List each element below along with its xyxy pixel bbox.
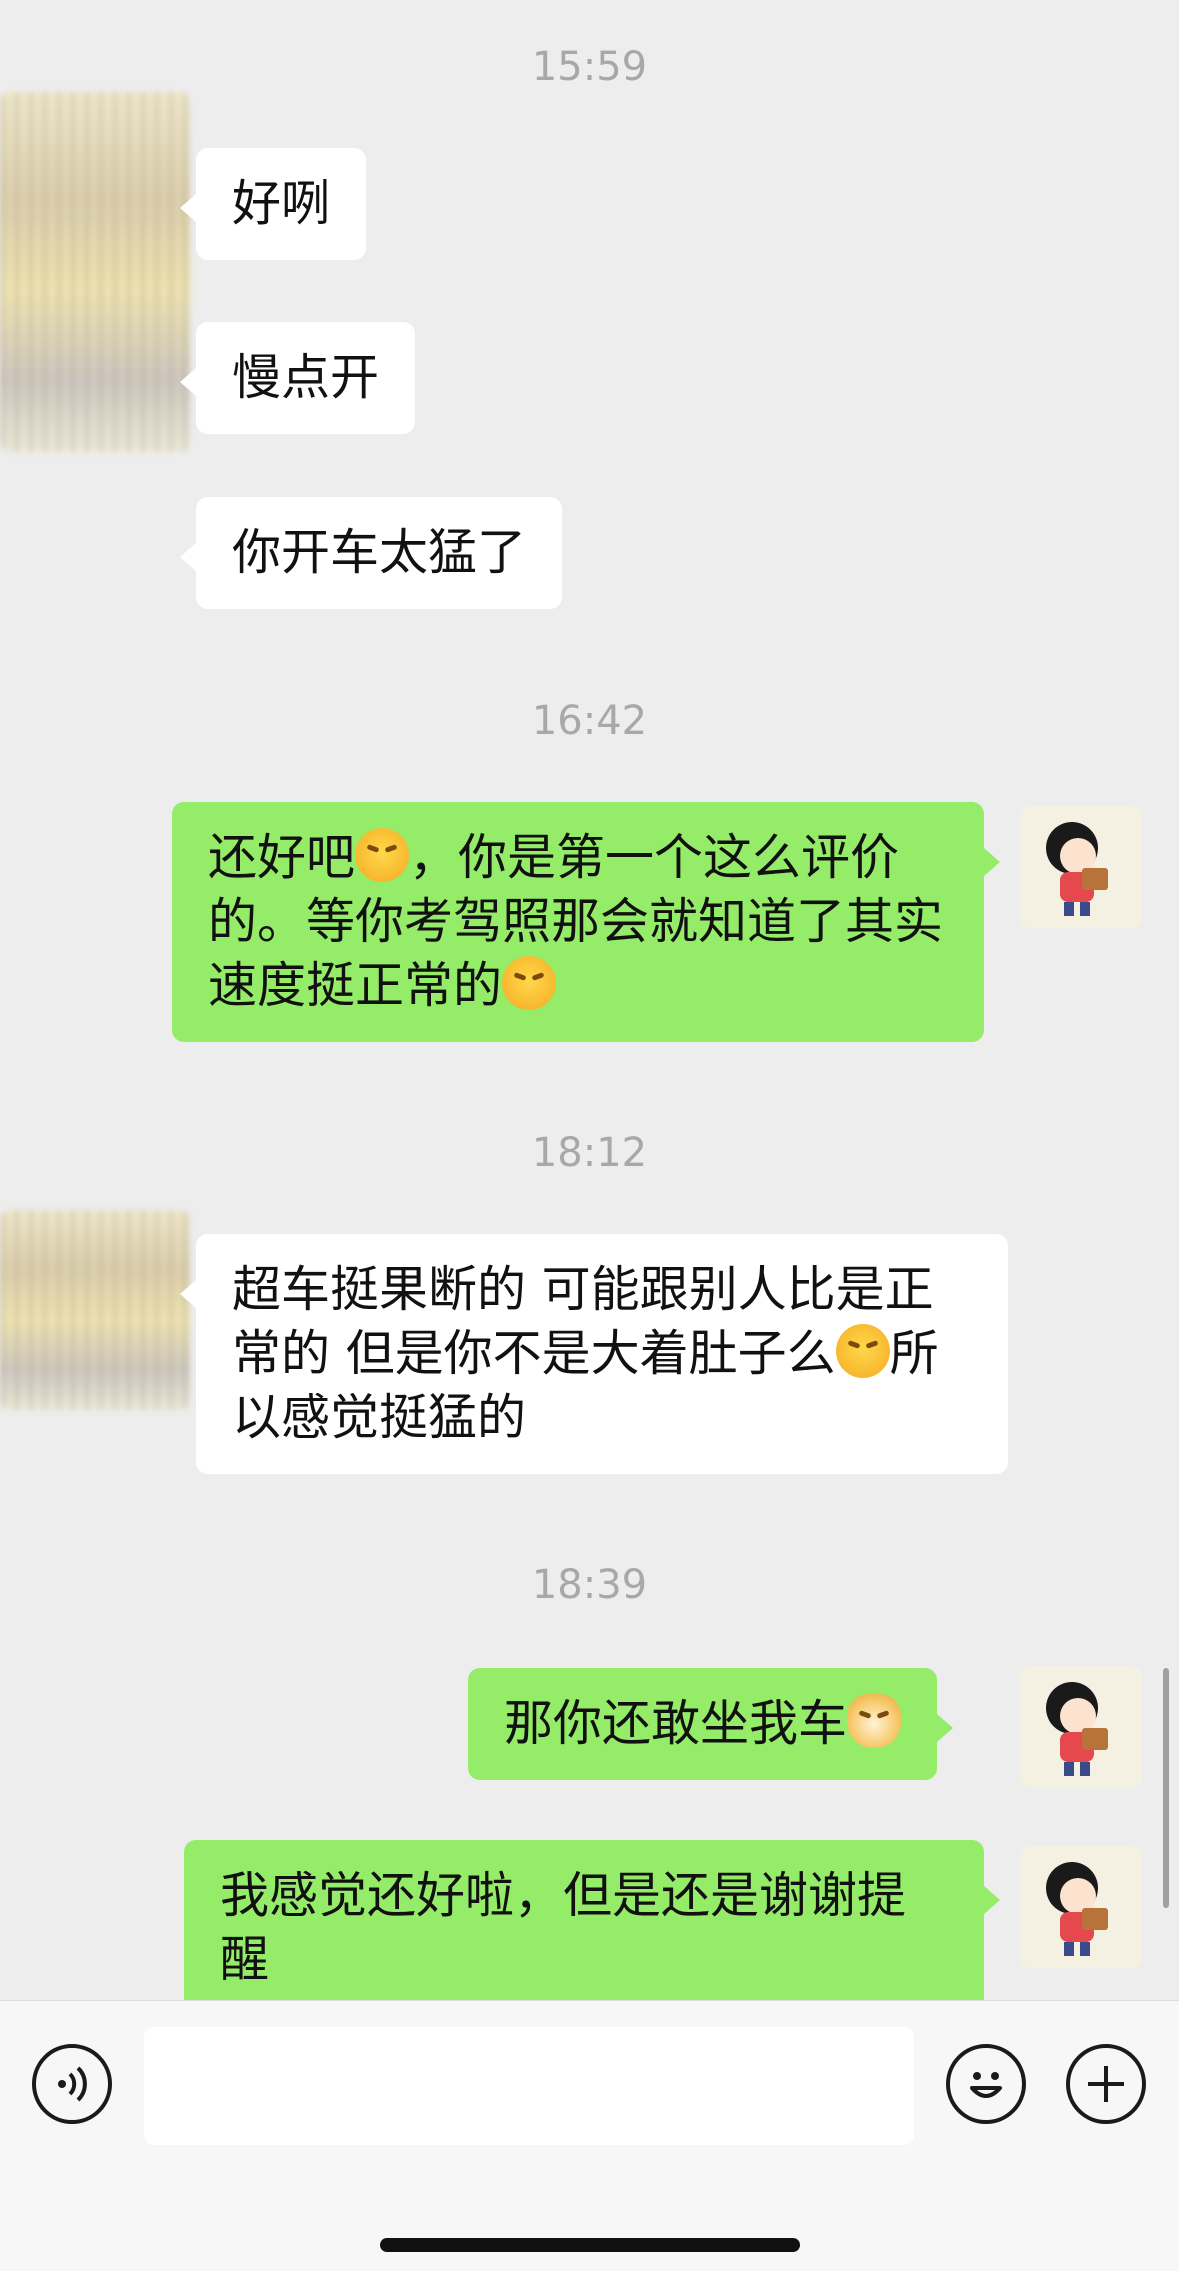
cartoon-girl-icon (1046, 822, 1108, 916)
laughing-crying-emoji (502, 956, 557, 1010)
my-avatar[interactable] (1020, 1666, 1142, 1788)
cartoon-girl-icon (1046, 1682, 1108, 1776)
message-incoming[interactable]: 慢点开 (179, 322, 416, 434)
cartoon-girl-icon (1046, 1862, 1108, 1956)
my-avatar[interactable] (1020, 1846, 1142, 1968)
message-text: 超车挺果断的 可能跟别人比是正常的 但是你不是大着肚子么 (232, 1261, 934, 1382)
emoji-face-icon (970, 2072, 1002, 2098)
voice-icon (58, 2066, 87, 2102)
message-outgoing[interactable]: 还好吧 ，你是第一个这么评价的。等你考驾照那会就知道了其实速度挺正常的 (172, 802, 1000, 1042)
cat-emoji (847, 1694, 902, 1748)
message-text: 还好吧 (208, 829, 356, 886)
input-bar (0, 2000, 1179, 2271)
message-incoming[interactable]: 超车挺果断的 可能跟别人比是正常的 但是你不是大着肚子么 所以感觉挺猛的 (180, 1234, 1008, 1474)
message-text: 你开车太猛了 (232, 524, 527, 581)
message-outgoing[interactable]: 那你还敢坐我车 (468, 1668, 954, 1780)
contact-avatar-blurred[interactable] (0, 92, 190, 452)
laughing-crying-emoji (355, 828, 410, 882)
message-incoming[interactable]: 好咧 (179, 148, 367, 260)
voice-button[interactable] (32, 2044, 112, 2124)
timestamp: 16:42 (531, 698, 648, 744)
my-avatar[interactable] (1020, 806, 1142, 928)
message-outgoing[interactable]: 我感觉还好啦，但是还是谢谢提醒 (184, 1840, 1000, 2000)
message-input[interactable] (144, 2027, 914, 2145)
message-text: 慢点开 (232, 349, 380, 406)
home-indicator[interactable] (380, 2238, 800, 2252)
more-button[interactable] (1066, 2044, 1146, 2124)
message-text: 那你还敢坐我车 (504, 1695, 848, 1752)
message-incoming[interactable]: 你开车太猛了 (179, 497, 563, 609)
laughing-crying-emoji (835, 1324, 890, 1378)
scrollbar[interactable] (1163, 1668, 1169, 1908)
plus-icon (1088, 2066, 1124, 2102)
emoji-button[interactable] (946, 2044, 1026, 2124)
message-text: 好咧 (232, 175, 331, 232)
chat-area: 15:59 好咧 慢点开 你开车太猛了 16:42 还好吧 ，你是第一个这么评价的… (0, 0, 1179, 2000)
timestamp: 15:59 (531, 44, 648, 90)
message-text: 我感觉还好啦，但是还是谢谢提醒 (220, 1867, 907, 1988)
timestamp: 18:12 (531, 1130, 648, 1176)
contact-avatar-blurred[interactable] (0, 1210, 190, 1410)
timestamp: 18:39 (531, 1562, 648, 1608)
